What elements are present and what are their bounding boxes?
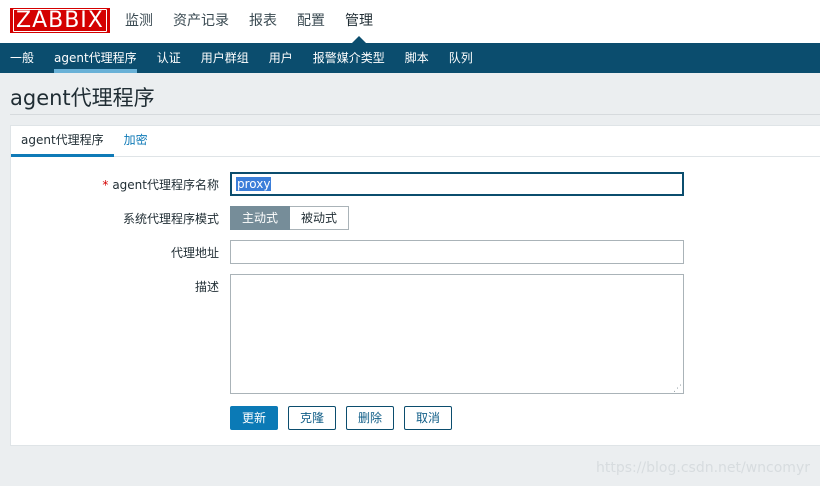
form-panel: agent代理程序 加密 * agent代理程序名称 proxy 系统代理程序模式…	[10, 125, 820, 446]
proxy-mode-passive[interactable]: 被动式	[290, 206, 350, 230]
logo-text: ZABBIX	[13, 9, 107, 32]
sub-nav-scripts[interactable]: 脚本	[395, 43, 439, 73]
required-mark: *	[102, 178, 109, 192]
tab-proxy[interactable]: agent代理程序	[11, 126, 114, 157]
description-label: 描述	[194, 280, 219, 294]
main-nav: 监测 资产记录 报表 配置 管理	[115, 0, 383, 43]
watermark: https://blog.csdn.net/wncomyr	[595, 460, 810, 476]
main-nav-inventory[interactable]: 资产记录	[163, 0, 239, 43]
proxy-address-input[interactable]	[230, 240, 684, 264]
clone-button[interactable]: 克隆	[288, 406, 337, 430]
top-header: ZABBIX 监测 资产记录 报表 配置 管理	[0, 0, 820, 43]
zabbix-logo[interactable]: ZABBIX	[10, 8, 110, 33]
tab-encryption[interactable]: 加密	[114, 126, 158, 156]
proxy-name-input[interactable]: proxy	[230, 172, 684, 196]
title-divider	[10, 114, 820, 115]
form-tabs: agent代理程序 加密	[11, 126, 820, 157]
delete-button[interactable]: 删除	[346, 406, 395, 430]
main-nav-reports[interactable]: 报表	[239, 0, 287, 43]
sub-nav-media-types[interactable]: 报警媒介类型	[303, 43, 395, 73]
proxy-name-label-text: agent代理程序名称	[112, 178, 219, 192]
main-nav-configuration[interactable]: 配置	[287, 0, 335, 43]
sub-nav-users[interactable]: 用户	[259, 43, 303, 73]
proxy-mode-active[interactable]: 主动式	[230, 206, 291, 230]
proxy-name-label: * agent代理程序名称	[102, 176, 219, 193]
sub-nav: 一般 agent代理程序 认证 用户群组 用户 报警媒介类型 脚本 队列	[0, 43, 820, 73]
resize-grip-icon[interactable]: ⋰	[673, 384, 683, 394]
proxy-name-value: proxy	[236, 177, 272, 191]
cancel-button[interactable]: 取消	[404, 406, 453, 430]
sub-nav-authentication[interactable]: 认证	[147, 43, 191, 73]
proxy-mode-label: 系统代理程序模式	[122, 212, 219, 226]
sub-nav-queue[interactable]: 队列	[439, 43, 483, 73]
proxy-address-label: 代理地址	[170, 246, 219, 260]
main-nav-monitoring[interactable]: 监测	[115, 0, 163, 43]
update-button[interactable]: 更新	[230, 406, 279, 430]
sub-nav-general[interactable]: 一般	[0, 43, 44, 73]
proxy-mode-toggle: 主动式 被动式	[230, 206, 350, 230]
sub-nav-proxies[interactable]: agent代理程序	[44, 43, 147, 73]
main-nav-administration[interactable]: 管理	[335, 0, 383, 43]
sub-nav-user-groups[interactable]: 用户群组	[191, 43, 259, 73]
page-title: agent代理程序	[10, 86, 155, 110]
description-textarea[interactable]	[230, 274, 684, 394]
